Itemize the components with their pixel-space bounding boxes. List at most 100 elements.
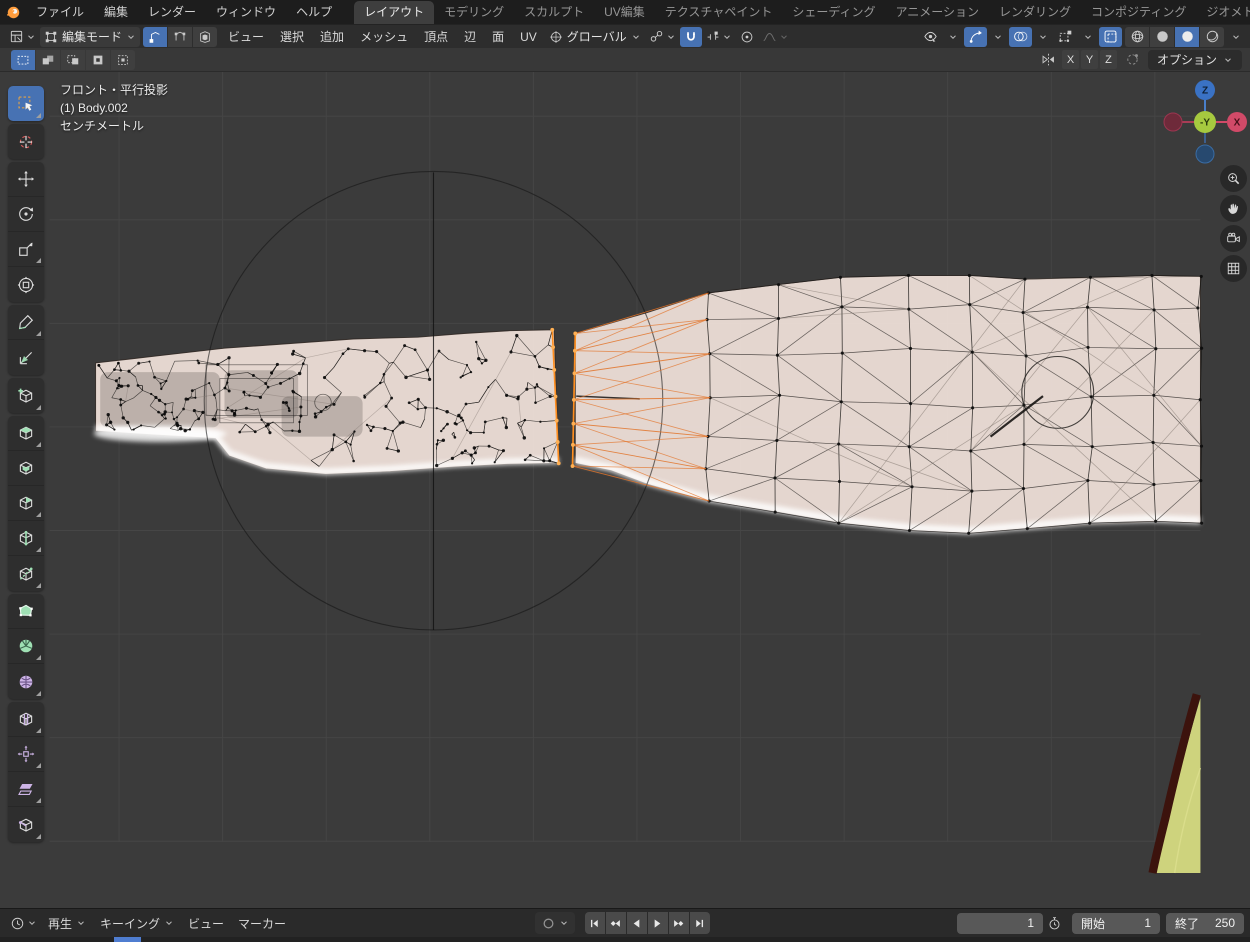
proportional-editing-toggle[interactable] — [736, 27, 758, 47]
move-tool-button[interactable] — [8, 162, 44, 197]
viewport-menu-頂点[interactable]: 頂点 — [416, 25, 456, 49]
visibility-toggle[interactable] — [919, 27, 942, 47]
viewport-menu-メッシュ[interactable]: メッシュ — [352, 25, 416, 49]
gizmos-toggle[interactable] — [964, 27, 987, 47]
grid-view-button[interactable] — [1220, 255, 1247, 282]
frame-end-field[interactable]: 終了 250 — [1166, 913, 1244, 934]
spin-tool-button[interactable] — [8, 629, 44, 664]
menu-ウィンドウ[interactable]: ウィンドウ — [206, 0, 286, 24]
menu-編集[interactable]: 編集 — [94, 0, 138, 24]
extrude-region-tool-button[interactable] — [8, 416, 44, 451]
timeline-editor-type-button[interactable] — [6, 913, 41, 933]
edge-select-mode-button[interactable] — [168, 27, 192, 47]
viewport-menu-追加[interactable]: 追加 — [312, 25, 352, 49]
zoom-view-button[interactable] — [1220, 165, 1247, 192]
mirror-axis-y-toggle[interactable]: Y — [1081, 50, 1098, 69]
shrink-fatten-tool-button[interactable] — [8, 737, 44, 772]
play-reverse-button[interactable] — [627, 912, 647, 934]
shading-material-preview-button[interactable] — [1175, 27, 1199, 47]
mirror-axis-x-toggle[interactable]: X — [1062, 50, 1079, 69]
rip-region-tool-button[interactable] — [8, 807, 44, 842]
next-keyframe-button[interactable] — [669, 912, 689, 934]
workspace-tab-UV編集[interactable]: UV編集 — [594, 1, 655, 24]
loop-cut-tool-button[interactable] — [8, 521, 44, 556]
knife-tool-button[interactable] — [8, 556, 44, 591]
mode-dropdown[interactable]: 編集モード — [40, 27, 140, 47]
workspace-tab-レンダリング[interactable]: レンダリング — [989, 1, 1081, 24]
options-dropdown[interactable]: オプション — [1148, 50, 1242, 70]
gizmo-minus-x-axis[interactable] — [1164, 113, 1182, 131]
workspace-tab-テクスチャペイント[interactable]: テクスチャペイント — [655, 1, 783, 24]
select-mode-extend-button[interactable] — [36, 50, 60, 70]
select-mode-intersect-button[interactable] — [111, 50, 135, 70]
select-mode-set-button[interactable] — [11, 50, 35, 70]
shading-rendered-button[interactable] — [1200, 27, 1224, 47]
poly-build-tool-button[interactable] — [8, 594, 44, 629]
overlays-dropdown[interactable] — [1034, 27, 1052, 47]
smooth-tool-button[interactable] — [8, 664, 44, 699]
measure-tool-button[interactable] — [8, 340, 44, 375]
add-cube-tool-button[interactable] — [8, 378, 44, 413]
inset-faces-tool-button[interactable] — [8, 451, 44, 486]
timeline-playhead[interactable] — [114, 937, 141, 942]
jump-end-button[interactable] — [690, 912, 710, 934]
overlays-toggle[interactable] — [1009, 27, 1032, 47]
select-mode-invert-button[interactable] — [86, 50, 110, 70]
jump-start-button[interactable] — [585, 912, 605, 934]
gizmos-dropdown[interactable] — [989, 27, 1007, 47]
vertex-select-mode-button[interactable] — [143, 27, 167, 47]
annotate-tool-button[interactable] — [8, 305, 44, 340]
menu-ヘルプ[interactable]: ヘルプ — [286, 0, 342, 24]
workspace-tab-シェーディング[interactable]: シェーディング — [782, 1, 885, 24]
camera-view-button[interactable] — [1220, 225, 1247, 252]
viewport-menu-選択[interactable]: 選択 — [272, 25, 312, 49]
current-frame-field[interactable]: 1 — [957, 913, 1043, 934]
rotate-tool-button[interactable] — [8, 197, 44, 232]
cursor-tool-button[interactable] — [8, 124, 44, 159]
timeline-menu-ビュー[interactable]: ビュー — [181, 915, 231, 932]
navigation-gizmo[interactable]: Z X -Y — [1163, 80, 1247, 164]
mirror-axis-z-toggle[interactable]: Z — [1100, 50, 1117, 69]
visibility-dropdown[interactable] — [944, 27, 962, 47]
timeline-menu-マーカー[interactable]: マーカー — [231, 915, 293, 932]
workspace-tab-スカルプト[interactable]: スカルプト — [514, 1, 594, 24]
bevel-tool-button[interactable] — [8, 486, 44, 521]
viewport-canvas[interactable] — [0, 72, 1250, 908]
scale-tool-button[interactable] — [8, 232, 44, 267]
mesh-edit-overlays-toggle[interactable] — [1054, 27, 1077, 47]
workspace-tab-モデリング[interactable]: モデリング — [434, 1, 514, 24]
shading-solid-button[interactable] — [1150, 27, 1174, 47]
gizmo-minus-z-axis[interactable] — [1196, 145, 1214, 163]
preview-range-toggle[interactable] — [1043, 916, 1066, 931]
play-forward-button[interactable] — [648, 912, 668, 934]
select-box-tool-button[interactable] — [8, 86, 44, 121]
reference-object[interactable] — [1153, 694, 1201, 873]
mesh-edit-overlays-dropdown[interactable] — [1079, 27, 1097, 47]
orientation-dropdown[interactable]: グローバル — [545, 27, 645, 47]
snap-toggle[interactable] — [680, 27, 702, 47]
viewport-menu-UV[interactable]: UV — [512, 25, 545, 49]
menu-レンダー[interactable]: レンダー — [138, 0, 206, 24]
snap-target-dropdown[interactable] — [702, 27, 736, 47]
menu-ファイル[interactable]: ファイル — [26, 0, 94, 24]
arm-mesh[interactable] — [94, 275, 1201, 533]
select-mode-subtract-button[interactable] — [61, 50, 85, 70]
workspace-tab-ジオメトリノード[interactable]: ジオメトリノード — [1196, 1, 1250, 24]
frame-start-field[interactable]: 開始 1 — [1072, 913, 1160, 934]
auto-keying-toggle[interactable] — [535, 912, 575, 934]
shading-dropdown[interactable] — [1227, 27, 1245, 47]
timeline-menu-再生[interactable]: 再生 — [41, 915, 93, 932]
workspace-tab-レイアウト[interactable]: レイアウト — [354, 1, 434, 24]
proportional-falloff-dropdown[interactable] — [758, 27, 793, 47]
blender-menu-button[interactable] — [0, 0, 26, 24]
shading-wireframe-button[interactable] — [1125, 27, 1149, 47]
xray-toggle[interactable] — [1099, 27, 1122, 47]
viewport-menu-面[interactable]: 面 — [484, 25, 512, 49]
face-select-mode-button[interactable] — [193, 27, 217, 47]
timeline-menu-キーイング[interactable]: キーイング — [93, 915, 181, 932]
workspace-tab-コンポジティング[interactable]: コンポジティング — [1081, 1, 1196, 24]
pan-view-button[interactable] — [1220, 195, 1247, 222]
workspace-tab-アニメーション[interactable]: アニメーション — [886, 1, 990, 24]
edge-slide-tool-button[interactable] — [8, 702, 44, 737]
shear-tool-button[interactable] — [8, 772, 44, 807]
